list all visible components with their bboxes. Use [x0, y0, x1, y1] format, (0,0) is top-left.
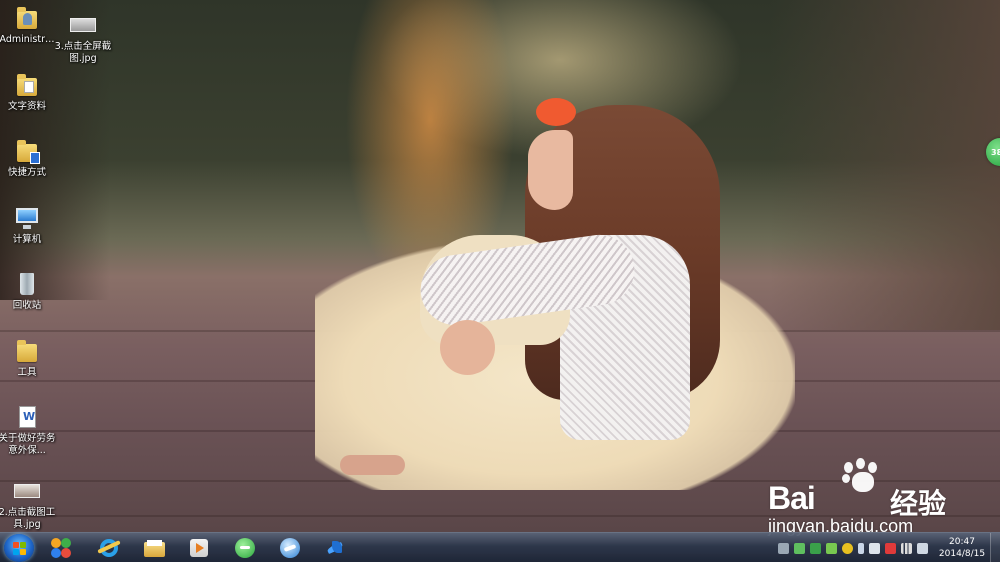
security-tray-icon[interactable] — [825, 542, 837, 554]
desktop-icon-shortcuts[interactable]: 快捷方式 — [0, 138, 58, 179]
desktop-icon-tools[interactable]: 工具 — [0, 338, 58, 379]
image-file-icon — [14, 478, 40, 504]
desktop-icon-screenshot-3[interactable]: 3.点击全屏截图.jpg — [52, 12, 114, 65]
network-signal-icon[interactable] — [900, 542, 912, 554]
taskbar: 20:47 2014/8/15 — [0, 532, 1000, 562]
wallpaper-flower — [536, 98, 576, 126]
taskbar-ie-button[interactable] — [92, 535, 126, 561]
wallpaper-girl-foot — [340, 455, 405, 475]
shortcut-folder-icon — [14, 138, 40, 164]
windows-start-orb-icon[interactable] — [4, 534, 34, 562]
clock-date: 2014/8/15 — [938, 549, 986, 559]
desktop-icon-label: 计算机 — [12, 234, 42, 245]
desktop-icon-label: 工具 — [17, 367, 37, 378]
taskbar-bird-app-button[interactable] — [318, 535, 352, 561]
desktop-icon-screenshot-2[interactable]: 2.点击截图工具.jpg — [0, 478, 58, 531]
desktop-icon-label: Administr… — [0, 34, 55, 45]
taskbar-clock[interactable]: 20:47 2014/8/15 — [936, 536, 988, 560]
bluetooth-icon[interactable] — [857, 542, 864, 554]
wallpaper-girl-face — [528, 130, 573, 210]
show-desktop-button[interactable] — [990, 533, 1000, 562]
wallpaper-girl-hand — [440, 320, 495, 375]
360-security-icon — [234, 537, 256, 559]
watermark-brand: Bai — [768, 480, 816, 516]
taskbar-360-security-button[interactable] — [228, 535, 262, 561]
desktop-icon-administrator[interactable]: Administr… — [0, 5, 58, 46]
word-document-icon: W — [14, 404, 40, 430]
action-center-icon[interactable] — [777, 542, 789, 554]
desktop-icon-label: 2.点击截图工具.jpg — [0, 507, 56, 530]
wallpaper-wall-right — [770, 0, 1000, 330]
computer-icon — [14, 205, 40, 231]
desktop-icon-label: 3.点击全屏截图.jpg — [54, 41, 112, 64]
messenger-icon — [279, 537, 301, 559]
media-player-icon — [188, 537, 210, 559]
recycle-bin-icon — [14, 271, 40, 297]
user-folder-icon — [14, 5, 40, 31]
baidu-jingyan-watermark: Bai 经验 jingyan.baidu.com — [768, 458, 988, 538]
desktop-icon-text-materials[interactable]: 文字资料 — [0, 72, 58, 113]
float-ball-text: 38 — [991, 147, 1000, 157]
update-tray-icon[interactable] — [841, 542, 853, 554]
image-file-icon — [70, 12, 96, 38]
desktop-icon-label: 快捷方式 — [7, 167, 46, 178]
folder-icon — [14, 338, 40, 364]
folder-documents-icon — [14, 72, 40, 98]
taskbar-media-player-button[interactable] — [182, 535, 216, 561]
clock-time: 20:47 — [949, 537, 975, 547]
360-tray-icon[interactable] — [793, 542, 805, 554]
taskbar-messenger-button[interactable] — [273, 535, 307, 561]
desktop-icon-recycle-bin[interactable]: 回收站 — [0, 271, 58, 312]
nvidia-icon[interactable] — [809, 542, 821, 554]
explorer-folder-icon — [143, 537, 165, 559]
ie-icon — [97, 537, 121, 559]
baidu-paw-icon — [840, 458, 888, 498]
desktop-icon-computer[interactable]: 计算机 — [0, 205, 58, 246]
desktop-icon-word-document[interactable]: W 关于做好劳务意外保... — [0, 404, 58, 457]
usb-device-icon[interactable] — [868, 542, 880, 554]
desktop-icon-label: 关于做好劳务意外保... — [0, 433, 56, 456]
360-icon — [50, 537, 72, 559]
desktop-icon-label: 回收站 — [12, 300, 42, 311]
taskbar-360-browser-button[interactable] — [44, 535, 78, 561]
bird-app-icon — [324, 537, 346, 559]
taskbar-explorer-button[interactable] — [137, 535, 171, 561]
desktop-wallpaper — [0, 0, 1000, 532]
desktop-icon-label: 文字资料 — [7, 101, 46, 112]
volume-icon[interactable] — [916, 542, 928, 554]
antivirus-tray-icon[interactable] — [884, 542, 896, 554]
system-tray: 20:47 2014/8/15 — [775, 533, 988, 562]
